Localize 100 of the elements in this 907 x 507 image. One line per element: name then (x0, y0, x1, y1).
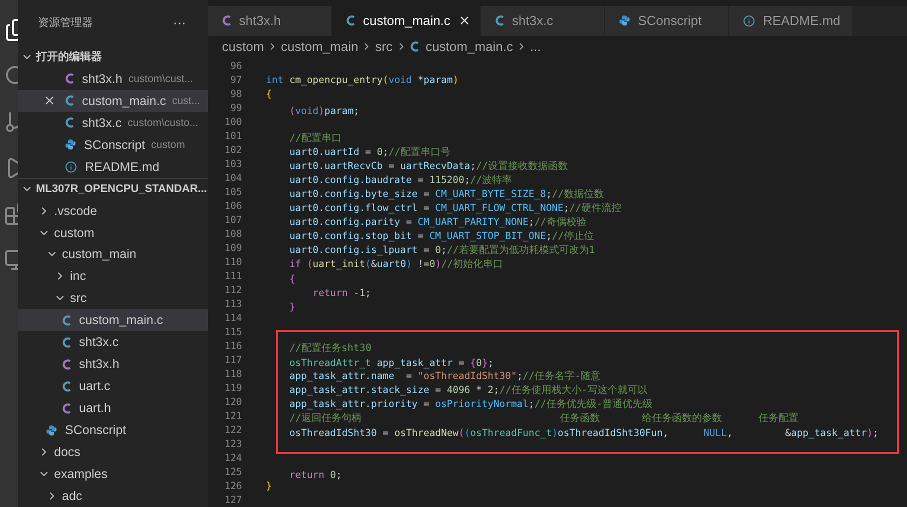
close-icon[interactable] (43, 94, 56, 108)
open-editor-name: README.md (85, 160, 160, 174)
code-text: osThreadAttr_t app_task_attr = {0}; (288, 356, 494, 368)
tree-item[interactable]: .vscode (18, 200, 208, 222)
info-icon (65, 160, 77, 173)
c-file-icon (65, 117, 74, 128)
tree-item[interactable]: uart.c (18, 375, 208, 398)
code-text: return -1; (312, 286, 371, 298)
info-icon (743, 14, 755, 27)
editor-tab[interactable]: sht3x.c (481, 6, 605, 36)
section-title: ML307R_OPENCPU_STANDAR... (36, 183, 207, 196)
open-editor-name: sht3x.c (82, 116, 122, 130)
open-editor-name: SConscript (84, 138, 146, 152)
tree-item-label: inc (70, 269, 86, 284)
line-number: 110 (224, 256, 242, 268)
c-file-icon (62, 314, 71, 326)
line-number: 100 (224, 116, 242, 128)
code-text: //配置串口 (288, 132, 342, 145)
breadcrumb-item[interactable]: ... (530, 38, 541, 54)
tree-item-label: .vscode (54, 204, 98, 218)
tree-item[interactable]: SConscript (18, 419, 208, 442)
line-number: 123 (224, 438, 242, 450)
code-text: app_task_attr.priority = osPriorityNormal;//任务优先级-普通优先级 (288, 398, 652, 411)
editor-tab[interactable]: SConscript (605, 6, 729, 36)
close-icon[interactable] (458, 14, 472, 28)
open-editor-name: sht3x.h (82, 72, 122, 86)
section-header[interactable]: 打开的编辑器 (18, 46, 208, 68)
python-icon (46, 424, 57, 436)
code-text: } (288, 300, 296, 312)
tree-item[interactable]: custom_main (18, 243, 208, 266)
line-number: 126 (224, 480, 242, 492)
breadcrumb-item[interactable]: custom (222, 38, 264, 54)
line-number: 116 (224, 340, 242, 352)
code-text: { (288, 272, 296, 284)
c-file-icon (62, 402, 71, 414)
editor-tab[interactable]: custom_main.c (332, 6, 481, 36)
line-number: 105 (224, 186, 242, 198)
line-number: 127 (224, 494, 242, 506)
code-text: int cm_opencpu_entry(void *param) (266, 74, 459, 86)
line-number: 121 (224, 410, 242, 422)
open-editor-item[interactable]: custom_main.c cust... (18, 90, 208, 112)
line-number: 124 (224, 452, 242, 464)
line-number: 96 (229, 60, 242, 72)
tree-item-label: uart.h (79, 401, 111, 416)
open-editor-item[interactable]: SConscript custom (18, 134, 208, 156)
tree-item[interactable]: uart.h (18, 397, 208, 420)
breadcrumb-item[interactable]: custom_main (280, 38, 358, 54)
tree-item[interactable]: docs (18, 441, 208, 464)
code-text: { (266, 88, 272, 100)
line-number: 107 (224, 214, 242, 226)
open-editor-item[interactable]: README.md (18, 156, 208, 178)
code-text: app_task_attr.stack_size = 4096 * 2;//任务使用栈大小-写这个就可以 (288, 384, 648, 397)
tree-item[interactable]: adc (18, 484, 208, 507)
code-text: uart0.config.flow_ctrl = CM_UART_FLOW_CTRL_NONE;//硬件流控 (288, 202, 622, 215)
line-number: 109 (224, 242, 242, 254)
editor-tab[interactable]: README.md (729, 6, 853, 36)
line-number: 120 (224, 396, 242, 408)
code-text: uart0.uartId = 0;//配置串口号 (288, 146, 451, 159)
open-editor-path: custom\cust... (128, 72, 194, 85)
tree-item-label: adc (62, 488, 82, 503)
code-text: //返回任务句柄 任务函数 给任务函数的参数 任务配置 (288, 412, 798, 425)
tree-item-label: custom_main.c (79, 313, 164, 328)
tree-item[interactable]: sht3x.h (18, 353, 208, 376)
code-text: osThreadIdSht30 = osThreadNew((osThreadFunc_t)osThreadIdSht30Fun, NULL, &app_task_attr); (288, 426, 878, 438)
tree-item[interactable]: sht3x.c (18, 331, 208, 354)
line-number: 118 (224, 368, 242, 380)
c-file-icon (346, 15, 355, 26)
line-number: 117 (224, 354, 242, 366)
more-actions[interactable]: ··· (173, 15, 186, 30)
c-file-icon (62, 380, 71, 392)
code-text: uart0.config.parity = CM_UART_PARITY_NONE;//奇偶校验 (288, 216, 586, 229)
open-editor-item[interactable]: sht3x.c custom\custo... (18, 112, 208, 134)
line-number: 111 (224, 270, 242, 282)
tree-item-label: src (70, 291, 87, 306)
breadcrumb-item[interactable]: src (375, 38, 393, 54)
open-editor-path: custom\custo... (128, 116, 198, 129)
code-text: uart0.config.stop_bit = CM_UART_STOP_BIT_ONE;//停止位 (288, 230, 594, 243)
tree-item[interactable]: src (18, 287, 208, 310)
line-number: 112 (224, 284, 242, 296)
breadcrumb-item[interactable]: custom_main.c (426, 38, 513, 54)
tree-item[interactable]: custom (18, 222, 208, 244)
code-text: (void)param; (288, 104, 360, 116)
editor-tab[interactable]: sht3x.h (208, 6, 332, 36)
line-number: 102 (224, 144, 242, 156)
tree-item[interactable]: custom_main.c (18, 309, 208, 332)
tree-item[interactable]: inc (18, 265, 208, 288)
section-title: 打开的编辑器 (36, 50, 102, 64)
c-file-icon (410, 40, 419, 52)
tree-item-label: examples (54, 466, 108, 481)
open-editor-item[interactable]: sht3x.h custom\cust... (18, 68, 208, 90)
tree-item-label: custom (54, 226, 94, 240)
python-icon (65, 139, 76, 150)
code-text: //配置任务sht30 (288, 342, 372, 355)
line-number: 115 (224, 326, 242, 338)
line-number: 114 (224, 312, 242, 324)
code-text: uart0.config.baudrate = 115200;//波特率 (288, 174, 512, 187)
code-text: app_task_attr.name = "osThreadIdSht30";//任务名字-随意 (288, 370, 601, 383)
c-file-icon (62, 358, 71, 370)
line-number: 125 (224, 466, 242, 478)
tree-item[interactable]: examples (18, 463, 208, 485)
